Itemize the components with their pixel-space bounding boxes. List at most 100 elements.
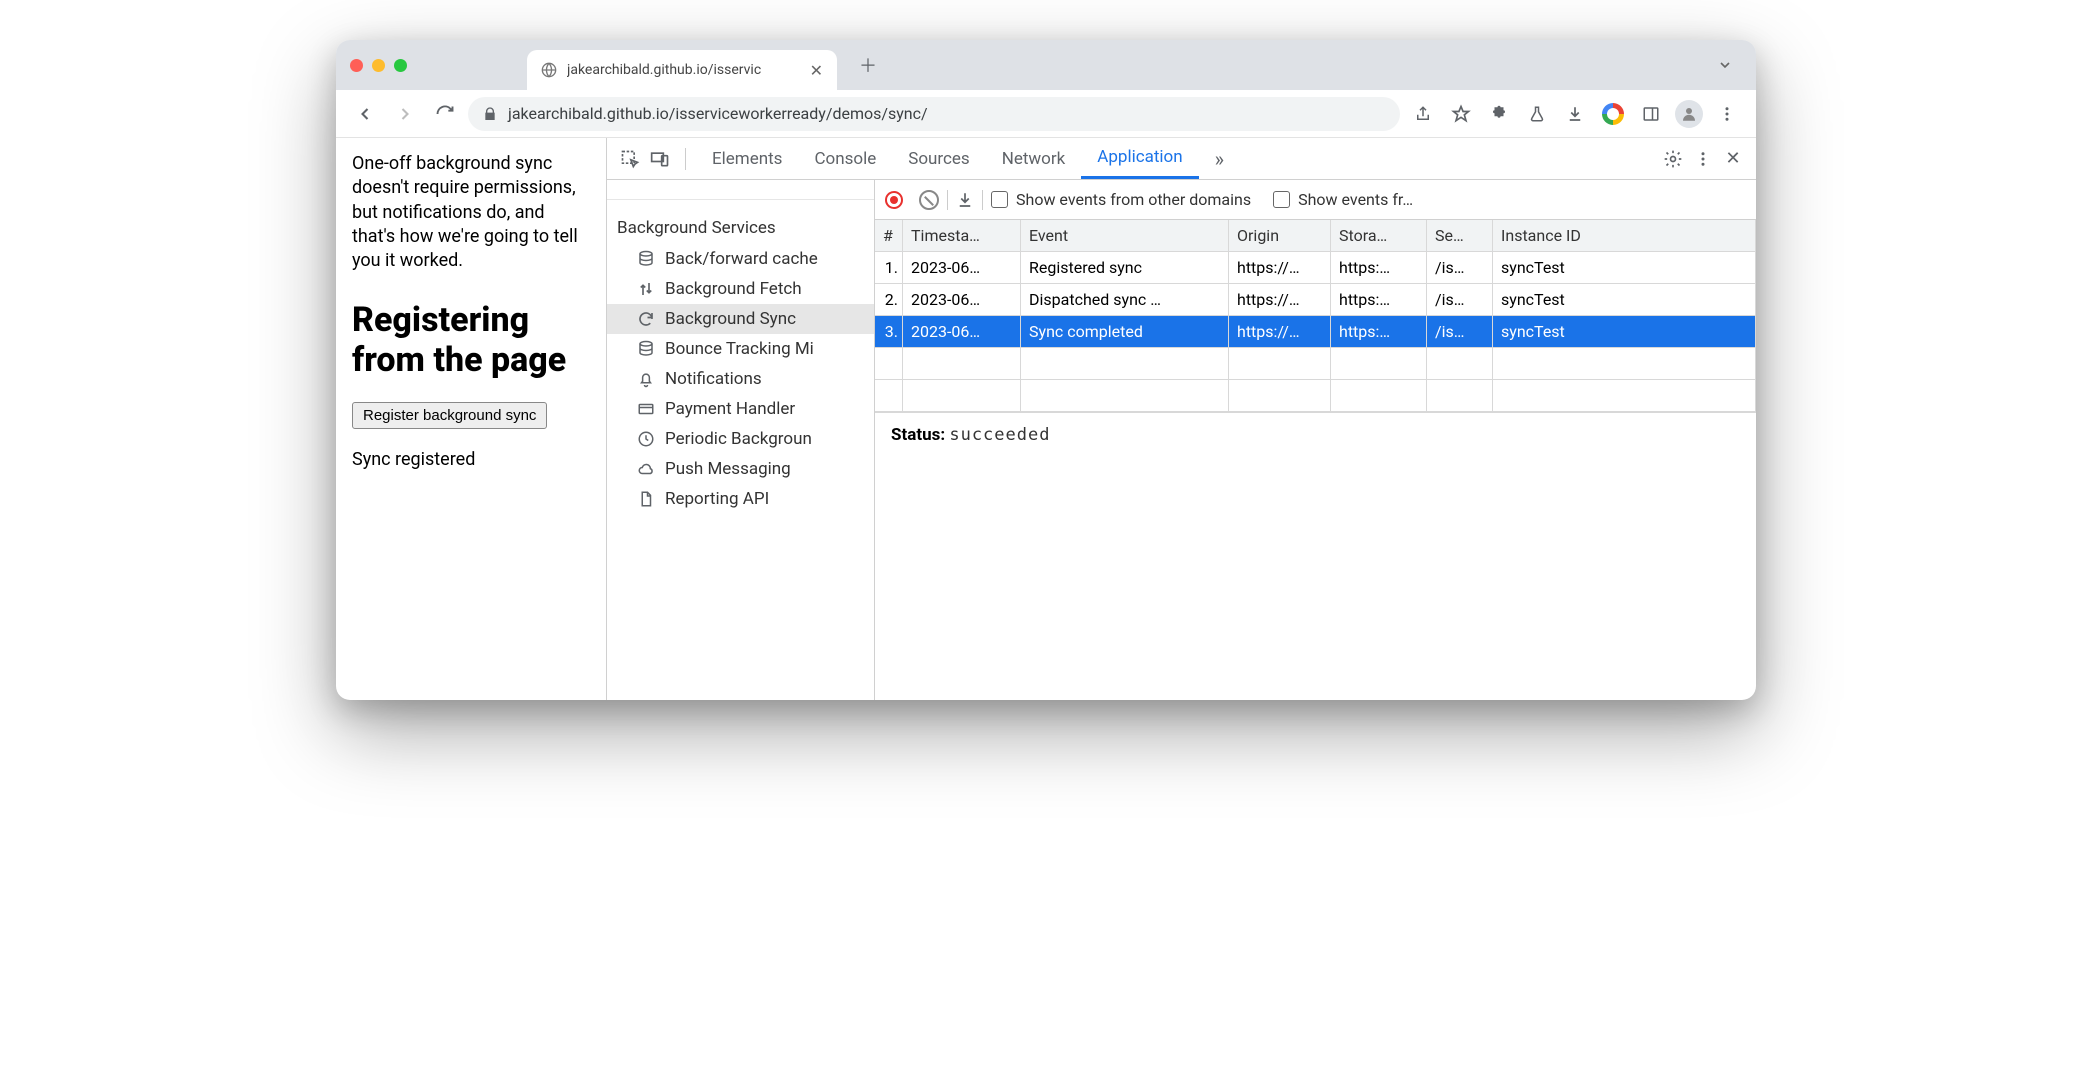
browser-tab[interactable]: jakearchibald.github.io/isservic ✕: [527, 50, 837, 90]
register-sync-button[interactable]: Register background sync: [352, 402, 547, 429]
tab-application[interactable]: Application: [1081, 138, 1198, 179]
labs-flask-icon[interactable]: [1520, 97, 1554, 131]
table-cell[interactable]: 2.: [875, 284, 903, 316]
url-text: jakearchibald.github.io/isserviceworkerr…: [508, 104, 928, 123]
record-button[interactable]: [885, 191, 903, 209]
column-header[interactable]: Stora…: [1331, 220, 1427, 252]
toolbar-right: [1406, 97, 1744, 131]
address-bar-row: jakearchibald.github.io/isserviceworkerr…: [336, 90, 1756, 138]
table-empty-cell: [903, 348, 1021, 380]
sidebar-item-reporting-api[interactable]: Reporting API: [607, 484, 874, 514]
sidebar-item-label: Periodic Backgroun: [665, 429, 812, 449]
back-button[interactable]: [348, 97, 382, 131]
table-cell[interactable]: https://…: [1229, 252, 1331, 284]
close-window-button[interactable]: [350, 59, 363, 72]
column-header[interactable]: #: [875, 220, 903, 252]
web-page: One-off background sync doesn't require …: [336, 138, 606, 700]
devtools-sidebar: Background Services Back/forward cacheBa…: [607, 180, 875, 700]
sidebar-item-notifications[interactable]: Notifications: [607, 364, 874, 394]
kebab-menu-icon[interactable]: [1710, 97, 1744, 131]
table-cell[interactable]: https:…: [1331, 252, 1427, 284]
devtools-close-icon[interactable]: ✕: [1718, 148, 1748, 169]
table-cell[interactable]: /is…: [1427, 252, 1493, 284]
table-cell[interactable]: https:…: [1331, 316, 1427, 348]
table-cell[interactable]: Dispatched sync …: [1021, 284, 1229, 316]
devtools-kebab-icon[interactable]: [1688, 150, 1718, 168]
sidebar-item-bounce-tracking-mi[interactable]: Bounce Tracking Mi: [607, 334, 874, 364]
sidebar-item-label: Notifications: [665, 369, 762, 389]
updown-icon: [637, 280, 655, 298]
table-cell[interactable]: syncTest: [1493, 316, 1756, 348]
column-header[interactable]: Event: [1021, 220, 1229, 252]
table-empty-cell: [1427, 348, 1493, 380]
profile-avatar[interactable]: [1672, 97, 1706, 131]
bookmark-star-icon[interactable]: [1444, 97, 1478, 131]
device-toolbar-icon[interactable]: [645, 149, 675, 169]
table-cell[interactable]: 2023-06…: [903, 316, 1021, 348]
table-cell[interactable]: https://…: [1229, 284, 1331, 316]
save-log-icon[interactable]: [956, 191, 974, 209]
database-icon: [637, 340, 655, 358]
tab-sources[interactable]: Sources: [892, 138, 985, 179]
extensions-icon[interactable]: [1482, 97, 1516, 131]
clear-button[interactable]: [919, 190, 939, 210]
table-cell[interactable]: Registered sync: [1021, 252, 1229, 284]
downloads-icon[interactable]: [1558, 97, 1592, 131]
side-panel-icon[interactable]: [1634, 97, 1668, 131]
tab-elements[interactable]: Elements: [696, 138, 798, 179]
sidebar-item-label: Payment Handler: [665, 399, 795, 419]
column-header[interactable]: Instance ID: [1493, 220, 1756, 252]
table-empty-cell: [875, 348, 903, 380]
show-other-domains-checkbox[interactable]: Show events from other domains: [991, 190, 1251, 209]
table-cell[interactable]: 3.: [875, 316, 903, 348]
devtools-main: Show events from other domains Show even…: [875, 180, 1756, 700]
table-cell[interactable]: /is…: [1427, 316, 1493, 348]
share-icon[interactable]: [1406, 97, 1440, 131]
table-cell[interactable]: Sync completed: [1021, 316, 1229, 348]
status-line: Status: succeeded: [875, 412, 1756, 457]
sidebar-item-label: Reporting API: [665, 489, 769, 509]
column-header[interactable]: Se…: [1427, 220, 1493, 252]
sidebar-item-label: Background Fetch: [665, 279, 802, 299]
inspect-element-icon[interactable]: [615, 149, 645, 169]
browser-window: jakearchibald.github.io/isservic ✕ ＋ jak…: [336, 40, 1756, 700]
column-header[interactable]: Origin: [1229, 220, 1331, 252]
table-cell[interactable]: 2023-06…: [903, 252, 1021, 284]
reload-button[interactable]: [428, 97, 462, 131]
new-tab-button[interactable]: ＋: [851, 48, 885, 82]
devtools-settings-icon[interactable]: [1658, 149, 1688, 169]
table-empty-cell: [875, 380, 903, 412]
table-cell[interactable]: 1.: [875, 252, 903, 284]
minimize-window-button[interactable]: [372, 59, 385, 72]
column-header[interactable]: Timesta…: [903, 220, 1021, 252]
table-empty-cell: [1427, 380, 1493, 412]
table-cell[interactable]: https:…: [1331, 284, 1427, 316]
cloud-icon: [637, 460, 655, 478]
table-cell[interactable]: syncTest: [1493, 252, 1756, 284]
bell-icon: [637, 370, 655, 388]
page-heading: Registering from the page: [352, 301, 590, 379]
tab-console[interactable]: Console: [798, 138, 892, 179]
more-tabs-button[interactable]: »: [1199, 138, 1240, 179]
table-cell[interactable]: 2023-06…: [903, 284, 1021, 316]
table-cell[interactable]: https://…: [1229, 316, 1331, 348]
sidebar-item-back-forward-cache[interactable]: Back/forward cache: [607, 244, 874, 274]
forward-button[interactable]: [388, 97, 422, 131]
table-cell[interactable]: syncTest: [1493, 284, 1756, 316]
maximize-window-button[interactable]: [394, 59, 407, 72]
sidebar-item-background-sync[interactable]: Background Sync: [607, 304, 874, 334]
tab-title: jakearchibald.github.io/isservic: [567, 62, 800, 78]
sidebar-item-background-fetch[interactable]: Background Fetch: [607, 274, 874, 304]
sidebar-item-payment-handler[interactable]: Payment Handler: [607, 394, 874, 424]
table-cell[interactable]: /is…: [1427, 284, 1493, 316]
address-bar[interactable]: jakearchibald.github.io/isserviceworkerr…: [468, 97, 1400, 131]
google-apps-icon[interactable]: [1596, 97, 1630, 131]
tab-network[interactable]: Network: [986, 138, 1082, 179]
table-empty-cell: [1021, 380, 1229, 412]
card-icon: [637, 400, 655, 418]
sidebar-item-periodic-backgroun[interactable]: Periodic Backgroun: [607, 424, 874, 454]
show-events-checkbox[interactable]: Show events fr…: [1273, 190, 1413, 209]
sidebar-item-push-messaging[interactable]: Push Messaging: [607, 454, 874, 484]
tab-list-chevron-icon[interactable]: [1708, 48, 1742, 82]
close-tab-icon[interactable]: ✕: [810, 61, 823, 80]
